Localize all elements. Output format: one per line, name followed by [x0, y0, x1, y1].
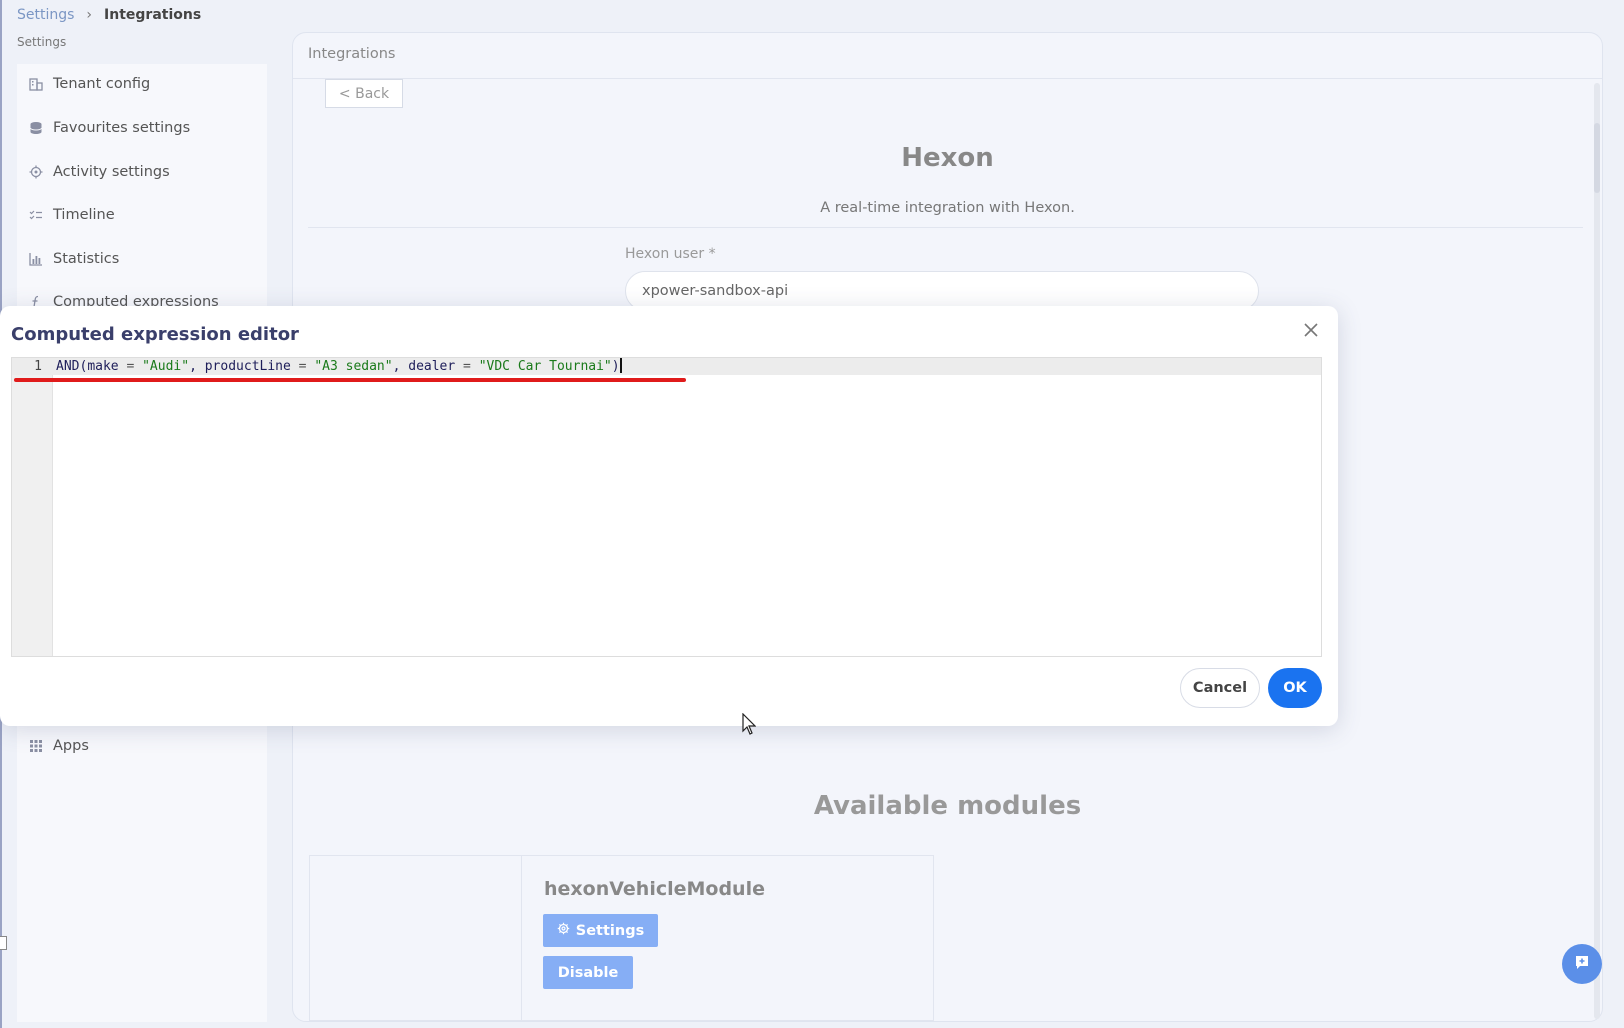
panel-title: Integrations — [308, 46, 396, 62]
ok-button[interactable]: OK — [1268, 668, 1322, 708]
annotation-underline — [14, 378, 686, 382]
code-param: productLine — [204, 359, 291, 374]
code-comma: , — [189, 359, 205, 374]
bar-chart-icon — [29, 252, 43, 266]
code-string: "A3 sedan" — [314, 359, 393, 374]
sidebar-item-apps[interactable]: Apps — [29, 733, 89, 759]
page-subtitle: Settings — [17, 35, 67, 49]
sidebar-item-statistics[interactable]: Statistics — [29, 246, 119, 272]
sidebar-item-favourites-settings[interactable]: Favourites settings — [29, 115, 190, 141]
module-disable-button[interactable]: Disable — [543, 956, 633, 989]
sidebar-item-label: Statistics — [53, 251, 120, 267]
gear-icon — [557, 922, 570, 939]
integration-title: Hexon — [901, 143, 994, 173]
grid-icon — [29, 739, 43, 753]
code-operator: = — [290, 359, 315, 374]
sidebar-item-tenant-config[interactable]: Tenant config — [29, 71, 150, 97]
back-button[interactable]: < Back — [325, 79, 403, 108]
code-operator: = — [455, 359, 479, 374]
code-operator: = — [118, 359, 143, 374]
code-line[interactable]: AND(make = "Audi", productLine = "A3 sed… — [56, 358, 622, 375]
dialog-title: Computed expression editor — [11, 324, 299, 345]
breadcrumb-current: Integrations — [104, 7, 202, 23]
line-number: 1 — [34, 359, 42, 374]
module-settings-label: Settings — [575, 922, 645, 939]
code-param: make — [87, 359, 119, 374]
code-close-paren: ) — [611, 359, 620, 374]
scrollbar-thumb[interactable] — [1594, 123, 1600, 193]
code-param: dealer — [408, 359, 456, 374]
sidebar-item-label: Tenant config — [53, 76, 151, 92]
checklist-icon — [29, 208, 43, 222]
building-icon — [29, 77, 43, 91]
available-modules-heading: Available modules — [813, 791, 1082, 821]
chat-support-button[interactable] — [1562, 944, 1602, 984]
divider — [521, 856, 522, 1020]
text-cursor — [619, 358, 622, 373]
cancel-button[interactable]: Cancel — [1180, 668, 1260, 708]
sidebar-item-activity-settings[interactable]: Activity settings — [29, 159, 170, 185]
divider — [293, 78, 1602, 79]
module-settings-button[interactable]: Settings — [543, 914, 658, 947]
collapse-handle[interactable] — [0, 936, 7, 950]
panel-scrollbar[interactable] — [1594, 83, 1600, 1019]
chat-plus-icon — [1574, 954, 1590, 974]
breadcrumb-settings-link[interactable]: Settings — [17, 7, 74, 23]
breadcrumb: Settings › Integrations — [17, 7, 201, 23]
module-name: hexonVehicleModule — [544, 878, 765, 900]
module-card: hexonVehicleModule Settings Disable — [309, 855, 934, 1021]
hexon-user-input[interactable]: xpower-sandbox-api — [625, 271, 1259, 311]
close-icon[interactable] — [1300, 322, 1322, 344]
code-editor[interactable]: 1 AND(make = "Audi", productLine = "A3 s… — [11, 357, 1322, 657]
divider — [308, 227, 1583, 228]
activity-gear-icon — [29, 165, 43, 179]
code-string: "Audi" — [142, 359, 190, 374]
code-comma: , — [392, 359, 409, 374]
code-string: "VDC Car Tournai" — [478, 359, 612, 374]
sidebar-item-timeline[interactable]: Timeline — [29, 202, 115, 228]
integration-description: A real-time integration with Hexon. — [820, 200, 1075, 216]
computed-expression-editor-dialog: Computed expression editor 1 AND(make = … — [0, 306, 1338, 726]
sidebar-item-label: Activity settings — [53, 164, 170, 180]
chevron-right-icon: › — [86, 7, 93, 23]
sidebar-item-label: Timeline — [53, 207, 115, 223]
code-function: AND( — [56, 359, 88, 374]
sidebar-item-label: Favourites settings — [53, 120, 191, 136]
hexon-user-label: Hexon user * — [625, 246, 716, 262]
database-icon — [29, 121, 43, 135]
sidebar-item-label: Apps — [53, 738, 89, 754]
line-number-gutter — [12, 358, 53, 656]
mouse-pointer-icon — [742, 712, 757, 739]
